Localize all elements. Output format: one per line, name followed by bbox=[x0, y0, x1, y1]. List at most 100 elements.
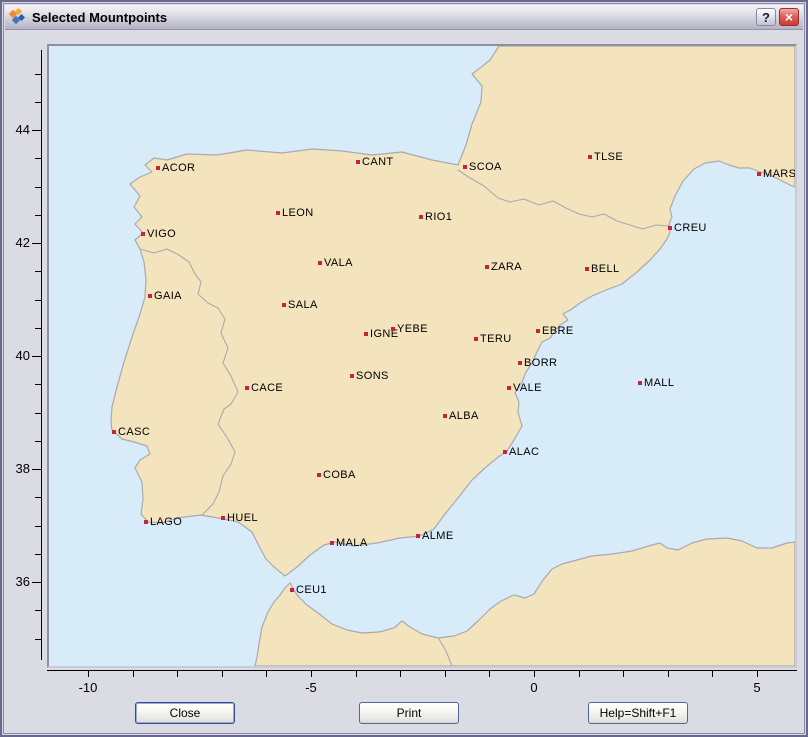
station-label: BORR bbox=[524, 358, 557, 368]
station-lago: LAGO bbox=[144, 517, 182, 527]
y-axis-tick bbox=[32, 130, 41, 131]
station-tlse: TLSE bbox=[588, 152, 623, 162]
station-marker-icon bbox=[585, 267, 589, 271]
y-axis-tick bbox=[35, 639, 41, 640]
station-marker-icon bbox=[391, 327, 395, 331]
station-label: GAIA bbox=[154, 291, 182, 301]
y-axis-tick bbox=[35, 271, 41, 272]
y-axis-tick bbox=[35, 441, 41, 442]
x-axis-tick bbox=[712, 671, 713, 677]
station-label: CASC bbox=[118, 427, 150, 437]
x-axis-tick bbox=[623, 671, 624, 677]
y-axis-label: 40 bbox=[4, 349, 30, 363]
station-marker-icon bbox=[318, 261, 322, 265]
station-marker-icon bbox=[419, 215, 423, 219]
x-axis-tick bbox=[534, 671, 535, 677]
station-vala: VALA bbox=[318, 258, 353, 268]
station-marker-icon bbox=[290, 588, 294, 592]
station-label: CANT bbox=[362, 157, 394, 167]
station-creu: CREU bbox=[668, 223, 707, 233]
help-titlebar-button[interactable]: ? bbox=[756, 8, 776, 26]
y-axis-tick bbox=[35, 497, 41, 498]
station-marker-icon bbox=[518, 361, 522, 365]
print-button[interactable]: Print bbox=[359, 702, 459, 724]
station-label: CREU bbox=[674, 223, 707, 233]
station-label: YEBE bbox=[397, 324, 428, 334]
station-label: MALL bbox=[644, 378, 674, 388]
station-label: VIGO bbox=[147, 229, 176, 239]
station-marker-icon bbox=[668, 226, 672, 230]
x-axis-tick bbox=[579, 671, 580, 677]
station-marker-icon bbox=[350, 374, 354, 378]
station-label: COBA bbox=[323, 470, 356, 480]
station-zara: ZARA bbox=[485, 262, 522, 272]
y-axis-tick bbox=[32, 582, 41, 583]
y-axis-tick bbox=[35, 526, 41, 527]
x-axis-tick bbox=[489, 671, 490, 677]
station-marker-icon bbox=[141, 232, 145, 236]
station-marker-icon bbox=[536, 329, 540, 333]
x-axis-tick bbox=[311, 671, 312, 677]
station-sala: SALA bbox=[282, 300, 318, 310]
y-axis-label: 42 bbox=[4, 236, 30, 250]
app-icon bbox=[9, 9, 25, 25]
station-cace: CACE bbox=[245, 383, 283, 393]
station-yebe: YEBE bbox=[391, 324, 428, 334]
station-marker-icon bbox=[364, 332, 368, 336]
station-label: LEON bbox=[282, 208, 314, 218]
station-marker-icon bbox=[757, 172, 761, 176]
x-axis-tick bbox=[400, 671, 401, 677]
station-teru: TERU bbox=[474, 334, 512, 344]
station-marker-icon bbox=[156, 166, 160, 170]
x-axis-tick bbox=[133, 671, 134, 677]
y-axis-tick bbox=[35, 384, 41, 385]
station-alac: ALAC bbox=[503, 447, 539, 457]
station-vigo: VIGO bbox=[141, 229, 176, 239]
x-axis-tick bbox=[445, 671, 446, 677]
station-mall: MALL bbox=[638, 378, 674, 388]
y-axis-tick bbox=[35, 328, 41, 329]
station-mars: MARS bbox=[757, 169, 795, 179]
y-axis-tick bbox=[35, 102, 41, 103]
x-axis-label: -10 bbox=[68, 681, 108, 695]
close-button[interactable]: Close bbox=[135, 702, 235, 724]
station-label: TLSE bbox=[594, 152, 623, 162]
station-ceu1: CEU1 bbox=[290, 585, 327, 595]
station-label: BELL bbox=[591, 264, 620, 274]
y-axis-tick bbox=[35, 413, 41, 414]
y-axis-tick bbox=[35, 610, 41, 611]
station-marker-icon bbox=[112, 430, 116, 434]
mountpoint-map: ACORCANTSCOATLSEMARSVIGOLEONRIO1CREUVALA… bbox=[49, 46, 795, 666]
y-axis-label: 36 bbox=[4, 575, 30, 589]
y-axis-label: 38 bbox=[4, 462, 30, 476]
title-bar[interactable]: Selected Mountpoints ? × bbox=[5, 5, 803, 30]
station-label: ZARA bbox=[491, 262, 522, 272]
station-label: HUEL bbox=[227, 513, 258, 523]
station-vale: VALE bbox=[507, 383, 542, 393]
station-label: ACOR bbox=[162, 163, 195, 173]
station-label: SALA bbox=[288, 300, 318, 310]
close-icon[interactable]: × bbox=[779, 8, 799, 26]
map-plot-frame: ACORCANTSCOATLSEMARSVIGOLEONRIO1CREUVALA… bbox=[47, 44, 797, 668]
station-casc: CASC bbox=[112, 427, 150, 437]
station-marker-icon bbox=[356, 160, 360, 164]
y-axis-line bbox=[41, 50, 42, 660]
station-marker-icon bbox=[503, 450, 507, 454]
station-label: MALA bbox=[336, 538, 368, 548]
station-label: ALBA bbox=[449, 411, 479, 421]
station-bell: BELL bbox=[585, 264, 620, 274]
station-marker-icon bbox=[443, 414, 447, 418]
station-coba: COBA bbox=[317, 470, 356, 480]
station-label: TERU bbox=[480, 334, 512, 344]
station-label: MARS bbox=[763, 169, 795, 179]
station-label: SCOA bbox=[469, 162, 502, 172]
station-marker-icon bbox=[330, 541, 334, 545]
y-axis-tick bbox=[35, 554, 41, 555]
station-label: SONS bbox=[356, 371, 389, 381]
y-axis-tick bbox=[35, 187, 41, 188]
help-button[interactable]: Help=Shift+F1 bbox=[588, 702, 688, 724]
station-label: CEU1 bbox=[296, 585, 327, 595]
station-ebre: EBRE bbox=[536, 326, 574, 336]
station-marker-icon bbox=[416, 534, 420, 538]
station-gaia: GAIA bbox=[148, 291, 182, 301]
